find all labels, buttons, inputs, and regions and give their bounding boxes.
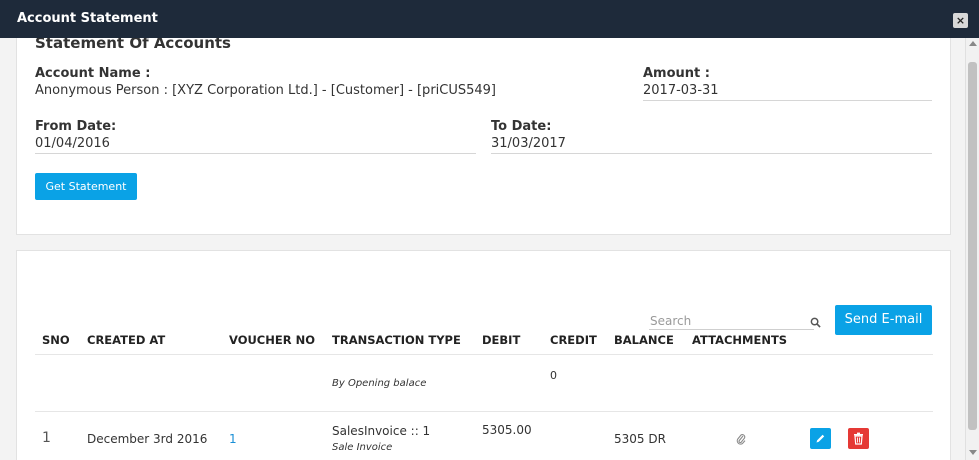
row-created-at: December 3rd 2016 [87, 432, 208, 446]
scrollbar-thumb[interactable] [968, 62, 977, 430]
col-header-created-at: CREATED AT [87, 333, 166, 347]
row-voucher-link[interactable]: 1 [229, 432, 237, 446]
paperclip-icon[interactable] [736, 433, 746, 445]
window-titlebar: Account Statement × [0, 0, 979, 38]
col-header-debit: DEBIT [482, 333, 521, 347]
window-title: Account Statement [17, 11, 158, 26]
opening-transaction-type: By Opening balace [332, 378, 427, 389]
col-header-transaction-type: TRANSACTION TYPE [332, 333, 461, 347]
dialog-body: Statement Of Accounts Account Name : Ano… [0, 38, 965, 460]
vertical-scrollbar[interactable] [965, 38, 979, 460]
row-divider [35, 411, 933, 412]
col-header-attachments: ATTACHMENTS [692, 333, 788, 347]
statement-form-card: Statement Of Accounts Account Name : Ano… [16, 38, 951, 235]
row-transaction-subtype: Sale Invoice [332, 442, 393, 453]
account-name-value: Anonymous Person : [XYZ Corporation Ltd.… [35, 83, 496, 98]
trash-icon [854, 432, 863, 445]
col-header-balance: BALANCE [614, 333, 674, 347]
delete-button[interactable] [848, 428, 869, 449]
section-heading: Statement Of Accounts [35, 38, 231, 52]
get-statement-button[interactable]: Get Statement [35, 173, 137, 200]
edit-button[interactable] [810, 428, 831, 449]
row-balance: 5305 DR [614, 432, 666, 446]
from-date-label: From Date: [35, 119, 117, 134]
close-icon[interactable]: × [953, 13, 968, 28]
scroll-down-arrow-icon[interactable] [969, 450, 977, 455]
from-date-underline [35, 153, 476, 154]
header-divider [35, 354, 933, 355]
search-icon[interactable] [810, 317, 821, 328]
row-debit: 5305.00 [482, 423, 532, 437]
to-date-label: To Date: [491, 119, 552, 134]
transactions-card: Send E-mail SNO CREATED AT VOUCHER NO TR… [16, 250, 951, 460]
to-date-field[interactable]: 31/03/2017 [491, 136, 566, 151]
to-date-underline [491, 153, 932, 154]
col-header-credit: CREDIT [550, 333, 597, 347]
from-date-field[interactable]: 01/04/2016 [35, 136, 110, 151]
search-input[interactable] [649, 312, 814, 330]
amount-label: Amount : [643, 66, 710, 81]
col-header-voucher-no: VOUCHER NO [229, 333, 315, 347]
scroll-up-arrow-icon[interactable] [969, 41, 977, 46]
pencil-icon [816, 434, 825, 443]
amount-field[interactable]: 2017-03-31 [643, 83, 719, 98]
col-header-sno: SNO [42, 333, 70, 347]
opening-credit: 0 [550, 369, 557, 382]
row-transaction-type: SalesInvoice :: 1 [332, 424, 431, 438]
row-sno: 1 [42, 430, 51, 446]
send-email-button[interactable]: Send E-mail [835, 305, 932, 335]
amount-field-underline [643, 100, 932, 101]
account-name-label: Account Name : [35, 66, 151, 81]
